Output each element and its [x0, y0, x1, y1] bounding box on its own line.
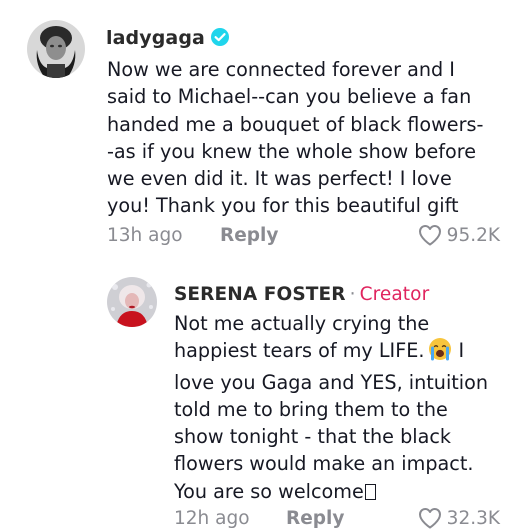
username-text[interactable]: SERENA FOSTER	[174, 284, 346, 305]
comment-text-line: Not me actually crying the	[174, 312, 430, 335]
comment-text-line: happiest tears of my LIFE. I	[174, 337, 488, 368]
comment-text-line: flowers would make an impact.	[174, 452, 474, 476]
crying-face-emoji	[428, 337, 452, 368]
reply-button[interactable]: Reply	[220, 225, 278, 246]
comment-text-line: show tonight - that the black	[174, 425, 452, 449]
comment-text-line: love you Gaga and YES, intuition	[174, 370, 489, 394]
like-button[interactable]: 95.2K	[418, 224, 500, 246]
comment-text: Now we are connected forever and I said …	[107, 56, 483, 220]
comment-text-line: we even did it. It was perfect! I love	[107, 167, 452, 191]
comment-text: Not me actually crying the happiest tear…	[174, 310, 488, 505]
heart-outline-icon	[418, 225, 441, 246]
comment-username[interactable]: SERENA FOSTER · Creator	[174, 284, 429, 305]
username-text[interactable]: ladygaga	[106, 27, 205, 49]
comment-text-line: Now we are connected forever and I	[107, 58, 455, 81]
avatar-serena-foster[interactable]	[107, 277, 157, 327]
avatar-ladygaga[interactable]	[27, 20, 85, 78]
verified-badge-icon	[210, 27, 230, 52]
comment-text-line: You are so welcome	[174, 478, 488, 505]
comment-serena-foster: SERENA FOSTER · Creator Not me actually cr…	[0, 260, 517, 529]
comment-text-line: handed me a bouquet of black flowers-	[107, 112, 484, 136]
comment-username[interactable]: ladygaga	[106, 27, 230, 52]
creator-badge: Creator	[359, 284, 430, 305]
missing-glyph-box	[364, 483, 376, 500]
like-count: 95.2K	[446, 224, 500, 246]
comment-time: 13h ago	[107, 225, 183, 246]
comment-text-line: you! Thank you for this beautiful gift	[107, 194, 459, 218]
comment-text-line: told me to bring them to the	[174, 397, 448, 421]
comment-text-segment: I	[452, 339, 465, 363]
comment-text-line: said to Michael--can you believe a fan	[107, 85, 472, 109]
comment-text-segment: You are so welcome	[174, 479, 364, 503]
separator-dot: ·	[349, 284, 356, 305]
comment-text-line: -as if you knew the whole show before	[107, 139, 477, 163]
comment-ladygaga: ladygaga Now we are connected forever an…	[0, 0, 517, 260]
comment-text-segment: happiest tears of my LIFE.	[174, 339, 425, 363]
like-count: 32.3K	[446, 507, 500, 529]
